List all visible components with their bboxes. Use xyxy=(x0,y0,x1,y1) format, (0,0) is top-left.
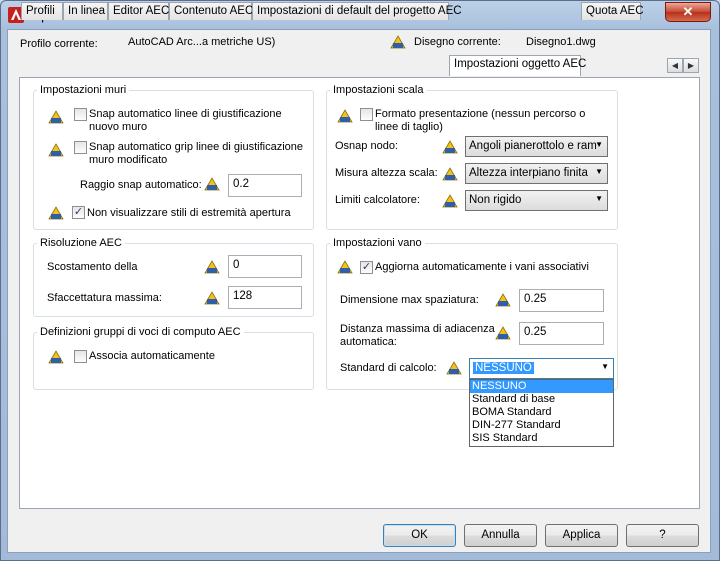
dropdown-option[interactable]: SIS Standard xyxy=(470,432,613,445)
presentation-format-label-1: Formato presentazione (nessun percorso o xyxy=(375,108,586,120)
max-spacing-input[interactable]: 0.25 xyxy=(519,289,604,312)
snap-lines-label-2: nuovo muro xyxy=(89,121,148,133)
drawing-setting-icon xyxy=(337,109,353,123)
apply-button[interactable]: Applica xyxy=(545,524,618,547)
drawing-setting-icon xyxy=(495,293,511,307)
node-osnap-label: Osnap nodo: xyxy=(335,140,398,152)
dropdown-option[interactable]: BOMA Standard xyxy=(470,406,613,419)
adjacency-label-2: automatica: xyxy=(340,336,397,348)
drawing-setting-icon xyxy=(48,143,64,157)
dropdown-option[interactable]: NESSUNO xyxy=(470,380,613,393)
max-facet-label: Sfaccettatura massima: xyxy=(47,292,162,304)
aec-resolution-title: Risoluzione AEC xyxy=(37,237,125,249)
snap-radius-label: Raggio snap automatico: xyxy=(80,179,202,191)
presentation-format-checkbox[interactable] xyxy=(360,108,373,121)
profile-label: Profilo corrente: xyxy=(20,38,98,50)
dropdown-option[interactable]: DIN-277 Standard xyxy=(470,419,613,432)
drawing-setting-icon xyxy=(48,206,64,220)
snap-lines-label-1: Snap automatico linee di giustificazione xyxy=(89,108,282,120)
chevron-down-icon: ▼ xyxy=(595,167,603,176)
tab-editor-aec[interactable]: Editor AEC xyxy=(108,2,169,20)
drawing-setting-icon xyxy=(204,260,220,274)
calc-standard-dropdown: NESSUNO Standard di base BOMA Standard D… xyxy=(469,379,614,447)
offset-label: Scostamento della xyxy=(47,261,138,273)
max-facet-input[interactable]: 128 xyxy=(228,286,302,309)
ok-button[interactable]: OK xyxy=(383,524,456,547)
hide-opening-styles-checkbox[interactable]: ✓ xyxy=(72,206,85,219)
auto-update-spaces-label: Aggiorna automaticamente i vani associat… xyxy=(375,261,590,273)
stair-height-select[interactable]: Altezza interpiano finita ▼ xyxy=(465,163,608,184)
chevron-down-icon: ▼ xyxy=(595,140,603,149)
snap-lines-checkbox[interactable] xyxy=(74,108,87,121)
drawing-setting-icon xyxy=(495,326,511,340)
presentation-format-label-2: linee di taglio) xyxy=(375,121,443,133)
snap-grip-checkbox[interactable] xyxy=(74,141,87,154)
calc-standard-select[interactable]: NESSUNO ▼ xyxy=(469,358,614,379)
snap-radius-input[interactable]: 0.2 xyxy=(228,174,302,197)
calculator-limits-select[interactable]: Non rigido ▼ xyxy=(465,190,608,211)
close-button[interactable]: ✕ xyxy=(665,2,711,22)
auto-update-spaces-checkbox[interactable]: ✓ xyxy=(360,261,373,274)
adjacency-input[interactable]: 0.25 xyxy=(519,322,604,345)
drawing-setting-icon xyxy=(446,361,462,375)
calculator-limits-label: Limiti calcolatore: xyxy=(335,194,420,206)
tab-quota-aec[interactable]: Quota AEC xyxy=(581,2,644,20)
stair-height-label: Misura altezza scala: xyxy=(335,167,438,179)
calculator-limits-value: Non rigido xyxy=(469,194,522,206)
adjacency-label-1: Distanza massima di adiacenza xyxy=(340,323,495,335)
stair-height-value: Altezza interpiano finita xyxy=(469,167,588,179)
chevron-down-icon: ▼ xyxy=(595,194,603,203)
offset-input[interactable]: 0 xyxy=(228,255,302,278)
snap-grip-label-2: muro modificato xyxy=(89,154,168,166)
auto-associate-label: Associa automaticamente xyxy=(89,350,215,362)
drawing-setting-icon xyxy=(48,350,64,364)
drawing-setting-icon xyxy=(442,167,458,181)
tab-impostazioni-default-progetto[interactable]: Impostazioni di default del progetto AEC xyxy=(252,2,462,20)
tab-scroll-right-button[interactable]: ▶ xyxy=(683,58,699,73)
drawing-setting-icon xyxy=(442,194,458,208)
cancel-button[interactable]: Annulla xyxy=(464,524,537,547)
snap-grip-label-1: Snap automatico grip linee di giustifica… xyxy=(89,141,304,153)
node-osnap-value: Angoli pianerottolo e ram xyxy=(469,140,597,152)
profile-value: AutoCAD Arc...a metriche US) xyxy=(128,36,276,48)
wall-settings-title: Impostazioni muri xyxy=(37,84,130,96)
drawing-setting-icon xyxy=(337,260,353,274)
tab-scroll-left-button[interactable]: ◀ xyxy=(667,58,683,73)
auto-associate-checkbox[interactable] xyxy=(74,350,87,363)
calc-standard-value: NESSUNO xyxy=(473,362,534,374)
help-button[interactable]: ? xyxy=(626,524,699,547)
stair-settings-title: Impostazioni scala xyxy=(330,84,427,96)
tab-in-linea[interactable]: In linea xyxy=(63,2,108,20)
calc-standard-label: Standard di calcolo: xyxy=(340,362,437,374)
drawing-setting-icon xyxy=(48,110,64,124)
drawing-setting-icon xyxy=(204,177,220,191)
drawing-value: Disegno1.dwg xyxy=(526,36,596,48)
space-settings-title: Impostazioni vano xyxy=(330,237,425,249)
hide-opening-styles-label: Non visualizzare stili di estremità aper… xyxy=(87,207,291,219)
tab-contenuto-aec[interactable]: Contenuto AEC xyxy=(169,2,253,20)
drawing-setting-icon xyxy=(390,35,406,49)
takeoff-title: Definizioni gruppi di voci di computo AE… xyxy=(37,326,244,338)
tab-profili[interactable]: Profili xyxy=(21,2,63,20)
tab-impostazioni-oggetto-aec[interactable]: Impostazioni oggetto AEC xyxy=(449,55,586,76)
drawing-label: Disegno corrente: xyxy=(414,36,501,48)
node-osnap-select[interactable]: Angoli pianerottolo e ram ▼ xyxy=(465,136,608,157)
max-spacing-label: Dimensione max spaziatura: xyxy=(340,294,479,306)
drawing-setting-icon xyxy=(442,140,458,154)
drawing-setting-icon xyxy=(204,291,220,305)
dropdown-option[interactable]: Standard di base xyxy=(470,393,613,406)
chevron-down-icon: ▼ xyxy=(601,362,609,371)
